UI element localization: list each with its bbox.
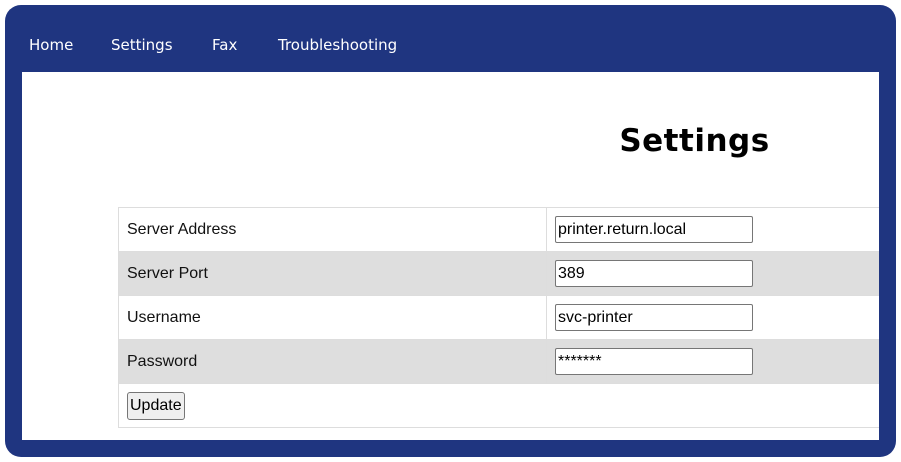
nav-troubleshooting-link[interactable]: Troubleshooting bbox=[278, 36, 397, 54]
username-input[interactable] bbox=[555, 304, 753, 331]
update-cell: Update bbox=[118, 383, 879, 428]
server-address-input[interactable] bbox=[555, 216, 753, 243]
server-address-row: Server Address bbox=[118, 207, 879, 252]
nav-settings-link[interactable]: Settings bbox=[111, 36, 173, 54]
app-frame: Home Settings Fax Troubleshooting Settin… bbox=[5, 5, 896, 457]
server-address-label: Server Address bbox=[118, 207, 547, 252]
password-input[interactable] bbox=[555, 348, 753, 375]
settings-form-table: Server Address Server Port Username Pass… bbox=[118, 207, 879, 428]
username-row: Username bbox=[118, 295, 879, 340]
password-label: Password bbox=[118, 339, 547, 384]
server-port-cell bbox=[546, 251, 879, 296]
content-panel: Settings Server Address Server Port User… bbox=[22, 72, 879, 440]
server-port-label: Server Port bbox=[118, 251, 547, 296]
username-label: Username bbox=[118, 295, 547, 340]
password-row: Password bbox=[118, 339, 879, 384]
update-button[interactable]: Update bbox=[127, 391, 185, 420]
top-nav: Home Settings Fax Troubleshooting bbox=[5, 5, 896, 72]
username-cell bbox=[546, 295, 879, 340]
password-cell bbox=[546, 339, 879, 384]
server-port-row: Server Port bbox=[118, 251, 879, 296]
nav-home-link[interactable]: Home bbox=[29, 36, 73, 54]
update-row: Update bbox=[118, 383, 879, 428]
nav-fax-link[interactable]: Fax bbox=[212, 36, 237, 54]
page-title: Settings bbox=[619, 123, 770, 159]
server-port-input[interactable] bbox=[555, 260, 753, 287]
server-address-cell bbox=[546, 207, 879, 252]
